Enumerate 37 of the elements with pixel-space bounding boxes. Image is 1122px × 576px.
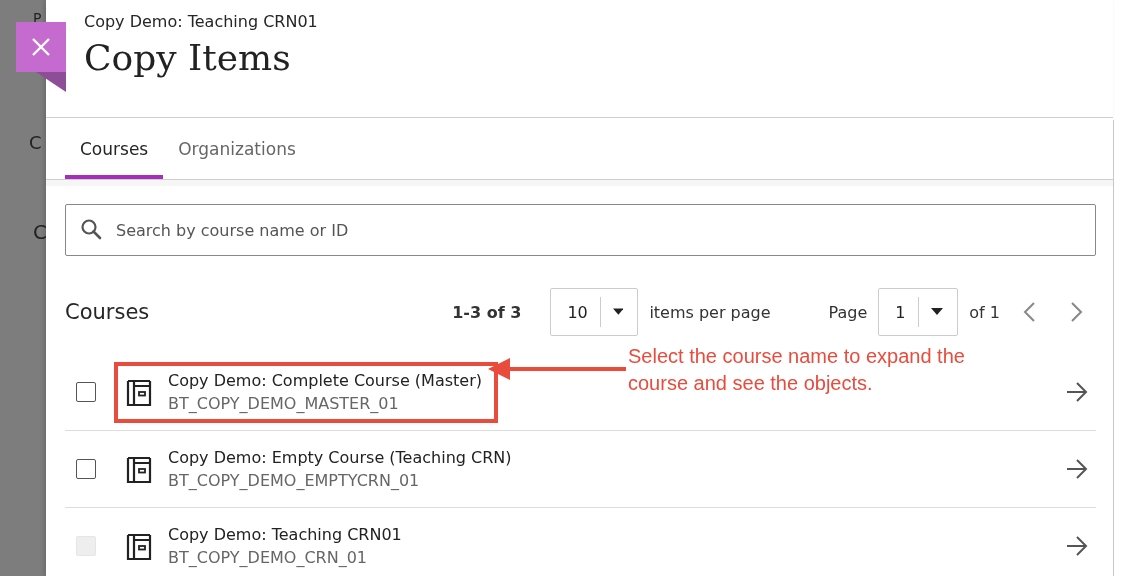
caret-icon (612, 308, 624, 316)
per-page-select[interactable]: 10 (550, 288, 639, 336)
course-name: Copy Demo: Empty Course (Teaching CRN) (168, 447, 512, 467)
per-page-label: items per page (649, 302, 771, 322)
checkbox[interactable] (76, 382, 96, 402)
arrow-right-icon (1066, 382, 1088, 402)
page-select[interactable]: 1 (878, 288, 959, 336)
course-subtitle: Copy Demo: Teaching CRN01 (84, 12, 319, 31)
courses-heading: Courses (65, 300, 151, 324)
chevron-left-icon (1022, 301, 1036, 323)
course-id: BT_COPY_DEMO_EMPTYCRN_01 (168, 470, 421, 490)
open-course-button[interactable] (1066, 382, 1088, 402)
item-range: 1-3 of 3 (452, 302, 522, 322)
course-name: Copy Demo: Complete Course (Master) (168, 370, 482, 390)
course-id: BT_COPY_DEMO_CRN_01 (168, 547, 369, 567)
page-label: Page (828, 302, 868, 322)
background-text: C (29, 132, 42, 153)
chevron-right-icon (1070, 301, 1084, 323)
checkbox[interactable] (76, 459, 96, 479)
caret-icon (930, 308, 943, 316)
panel-title: Copy Items (84, 37, 292, 78)
arrow-right-icon (1066, 536, 1088, 556)
annotation-text: Select the course name to expand the course and see the objects. (628, 344, 966, 396)
course-id: BT_COPY_DEMO_MASTER_01 (168, 393, 400, 413)
course-item[interactable]: Copy Demo: Complete Course (Master) BT_COPY_DEMO_MASTER_01 (114, 361, 498, 423)
arrow-right-icon (1066, 459, 1088, 479)
close-icon (31, 37, 51, 57)
open-course-button[interactable] (1066, 459, 1088, 479)
search-field[interactable]: Search by course name or ID (65, 204, 1096, 256)
course-item[interactable]: Copy Demo: Empty Course (Teaching CRN) BT_COPY_DEMO_EMPTYCRN_01 (114, 438, 528, 500)
tab[interactable]: Organizations (163, 118, 311, 179)
open-course-button[interactable] (1066, 536, 1088, 556)
course-name: Copy Demo: Teaching CRN01 (168, 524, 402, 544)
tab[interactable]: Courses (65, 118, 164, 179)
background-text: C (33, 220, 47, 244)
page-total: of 1 (969, 302, 1000, 322)
close-button[interactable] (16, 22, 66, 72)
